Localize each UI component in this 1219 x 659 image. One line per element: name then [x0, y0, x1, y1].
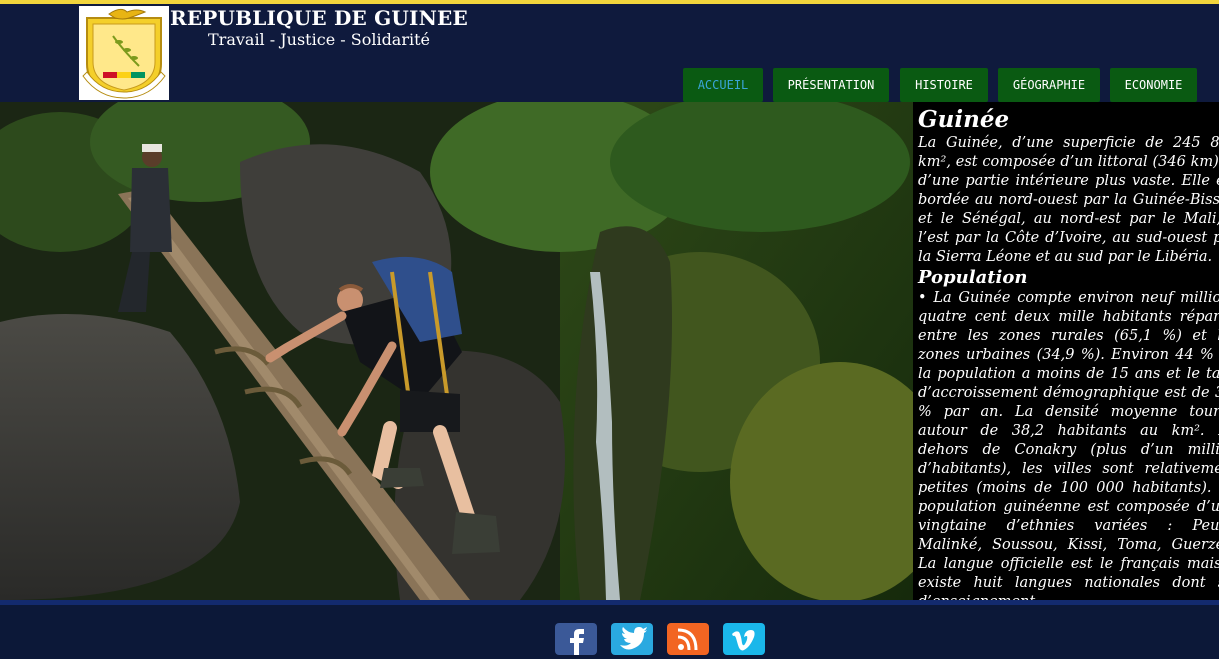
- coat-of-arms-logo[interactable]: [79, 6, 169, 100]
- nav-item-presentation[interactable]: PRÉSENTATION: [773, 68, 889, 102]
- article-panel: Guinée La Guinée, d’une superficie de 24…: [913, 102, 1219, 600]
- nav-item-accueil[interactable]: ACCUEIL: [683, 68, 763, 102]
- nav-item-histoire[interactable]: HISTOIRE: [900, 68, 988, 102]
- site-title: REPUBLIQUE DE GUINEE: [170, 6, 468, 30]
- twitter-icon[interactable]: [611, 623, 653, 655]
- nav-item-geographie[interactable]: GÉOGRAPHIE: [998, 68, 1100, 102]
- facebook-icon[interactable]: [555, 623, 597, 655]
- nav-item-economie[interactable]: ECONOMIE: [1110, 68, 1197, 102]
- article-intro: La Guinée, d’une superficie de 245 857 k…: [918, 135, 1219, 265]
- hero-image-hikers-jungle: [0, 102, 913, 600]
- article-population: • La Guinée compte environ neuf millions…: [918, 290, 1219, 600]
- article-title: Guinée: [918, 106, 1010, 133]
- site-motto: Travail - Justice - Solidarité: [208, 30, 431, 49]
- section-title-population: Population: [918, 267, 1028, 288]
- site-header: REPUBLIQUE DE GUINEE Travail - Justice -…: [0, 4, 1219, 102]
- rss-icon[interactable]: [667, 623, 709, 655]
- vimeo-icon[interactable]: [723, 623, 765, 655]
- site-footer: [0, 605, 1219, 658]
